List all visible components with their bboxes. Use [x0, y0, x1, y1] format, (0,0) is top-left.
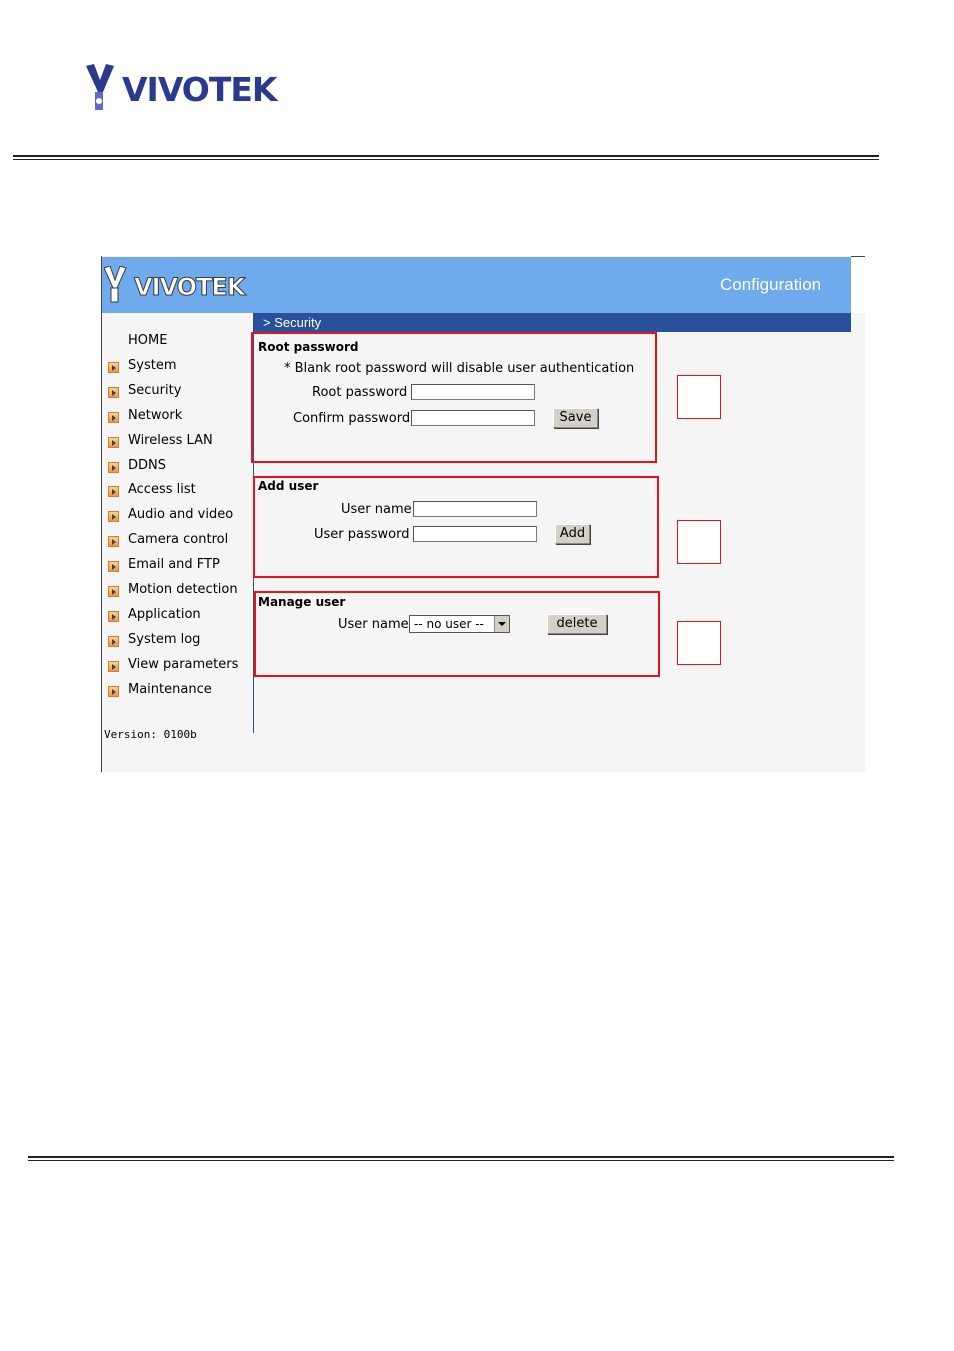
chevron-down-icon[interactable]: [494, 616, 509, 632]
root-password-note: * Blank root password will disable user …: [284, 361, 635, 376]
sidebar-item-label: View parameters: [128, 656, 239, 672]
sidebar-item-camera-control[interactable]: Camera control: [108, 532, 229, 548]
arrow-right-icon: [108, 411, 119, 423]
sidebar-item-label: HOME: [128, 333, 168, 348]
banner-logo-wordmark: VIVOTEK: [133, 273, 245, 301]
manage-username-label: User name: [338, 617, 409, 632]
arrow-right-icon: [108, 685, 119, 697]
arrow-right-icon: [108, 660, 119, 672]
sidebar-item-access-list[interactable]: Access list: [108, 482, 196, 498]
callout-box-1: [677, 375, 721, 419]
add-user-button[interactable]: Add: [555, 524, 590, 544]
arrow-right-icon: [108, 536, 119, 548]
add-username-input[interactable]: [413, 501, 537, 517]
callout-box-2: [677, 520, 721, 564]
add-user-heading: Add user: [258, 479, 319, 493]
arrow-right-icon: [108, 461, 119, 473]
sidebar-item-label: Application: [128, 606, 201, 622]
sidebar-item-label: Motion detection: [128, 582, 238, 597]
save-button[interactable]: Save: [553, 408, 598, 428]
sidebar-item-email-and-ftp[interactable]: Email and FTP: [108, 557, 220, 573]
arrow-right-icon: [108, 561, 119, 573]
arrow-right-icon: [108, 386, 119, 398]
arrow-right-icon: [108, 511, 119, 523]
section-bar: [254, 313, 851, 332]
sidebar-item-network[interactable]: Network: [108, 408, 182, 423]
confirm-password-label: Confirm password: [293, 411, 411, 426]
header-rule: [13, 155, 879, 157]
sidebar-item-application[interactable]: Application: [108, 607, 201, 622]
sidebar-item-ddns[interactable]: DDNS: [108, 458, 166, 473]
banner-gap: [851, 257, 865, 313]
add-password-label: User password: [314, 527, 410, 542]
arrow-right-icon: [108, 436, 119, 448]
section-title: > Security: [263, 315, 322, 330]
banner-title: Configuration: [720, 275, 822, 294]
add-password-input[interactable]: [413, 526, 537, 542]
footer-rule: [28, 1156, 894, 1158]
banner-logo: VIVOTEK: [103, 265, 254, 304]
arrow-right-icon: [108, 610, 119, 622]
sidebar-item-label: Maintenance: [128, 681, 212, 697]
sidebar-item-wireless-lan[interactable]: Wireless LAN: [108, 433, 213, 448]
sidebar-item-label: Wireless LAN: [128, 432, 213, 448]
add-username-label: User name: [341, 502, 412, 517]
sidebar-item-label: Access list: [128, 482, 196, 498]
sidebar-item-maintenance[interactable]: Maintenance: [108, 682, 212, 697]
user-select-value: -- no user --: [414, 617, 484, 631]
sidebar-item-label: Audio and video: [128, 507, 234, 523]
sidebar-item-label: System log: [128, 631, 201, 647]
manage-user-heading: Manage user: [258, 595, 346, 609]
sidebar-item-system-log[interactable]: System log: [108, 632, 200, 647]
sidebar-item-security[interactable]: Security: [108, 383, 181, 398]
arrow-right-icon: [108, 635, 119, 647]
sidebar-item-view-parameters[interactable]: View parameters: [108, 657, 238, 672]
sidebar-item-audio-and-video[interactable]: Audio and video: [108, 507, 234, 523]
sidebar-item-label: Email and FTP: [128, 557, 220, 573]
arrow-right-icon: [108, 361, 119, 373]
footer-rule-thin: [28, 1160, 894, 1161]
root-password-heading: Root password: [258, 340, 359, 354]
sidebar-item-label: System: [128, 357, 177, 373]
arrow-right-icon: [108, 486, 119, 498]
root-password-label: Root password: [312, 385, 408, 400]
sidebar-item-label: DDNS: [128, 457, 166, 473]
vivotek-logo: VIVOTEK: [86, 62, 292, 112]
arrow-right-icon: [108, 586, 119, 597]
sidebar-item-system[interactable]: System: [108, 358, 176, 373]
user-select[interactable]: -- no user --: [409, 615, 510, 633]
version-label: Version: 0100b: [104, 728, 197, 741]
sidebar-item-label: Network: [128, 407, 183, 423]
confirm-password-input[interactable]: [411, 410, 535, 426]
sidebar-item-home[interactable]: HOME: [108, 333, 167, 348]
sidebar-item-motion-detection[interactable]: Motion detection: [108, 582, 238, 597]
root-password-input[interactable]: [411, 384, 535, 400]
header-rule-thin: [13, 159, 879, 160]
logo-wordmark: VIVOTEK: [122, 70, 277, 109]
sidebar-item-label: Security: [128, 382, 182, 398]
delete-user-button[interactable]: delete: [547, 614, 607, 634]
sidebar-item-label: Camera control: [128, 532, 229, 548]
callout-box-3: [677, 621, 721, 665]
